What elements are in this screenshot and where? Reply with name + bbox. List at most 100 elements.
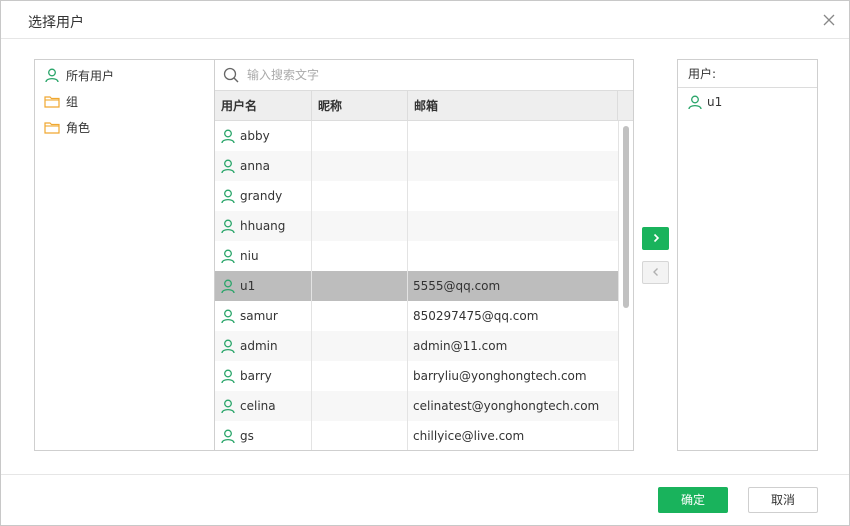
user-icon xyxy=(688,93,704,111)
dialog-title-bar: 选择用户 xyxy=(1,1,849,39)
cell-nickname xyxy=(312,241,408,271)
search-icon xyxy=(223,67,239,83)
selected-user-label: u1 xyxy=(707,95,723,109)
move-left-button[interactable] xyxy=(642,261,669,284)
cell-username: u1 xyxy=(215,271,312,301)
table-row[interactable]: barry barryliu@yonghongtech.com xyxy=(215,361,618,391)
table-row[interactable]: abby xyxy=(215,121,618,151)
close-icon[interactable] xyxy=(821,12,837,28)
user-icon xyxy=(221,157,237,175)
cell-email xyxy=(408,211,618,241)
chevron-right-icon xyxy=(651,232,661,246)
cell-email xyxy=(408,241,618,271)
table-row[interactable]: u1 5555@qq.com xyxy=(215,271,618,301)
cell-nickname xyxy=(312,421,408,450)
username-text: grandy xyxy=(240,189,283,203)
table-row[interactable]: grandy xyxy=(215,181,618,211)
tree-item-groups[interactable]: 组 xyxy=(44,92,78,110)
search-input[interactable] xyxy=(247,65,617,85)
cell-username: abby xyxy=(215,121,312,151)
tree-item-label: 角色 xyxy=(66,120,91,135)
selected-header: 用户: xyxy=(678,60,817,88)
user-icon xyxy=(221,217,237,235)
cell-nickname xyxy=(312,211,408,241)
tree-item-all-users[interactable]: 所有用户 xyxy=(44,66,114,84)
tree-item-label: 组 xyxy=(66,94,79,109)
cell-email: 850297475@qq.com xyxy=(413,309,539,323)
table-row[interactable]: gs chillyice@live.com xyxy=(215,421,618,450)
cell-email: 5555@qq.com xyxy=(413,279,501,293)
tree-item-label: 所有用户 xyxy=(66,68,115,83)
cell-nickname xyxy=(312,181,408,211)
column-header-username[interactable]: 用户名 xyxy=(215,91,312,121)
column-header-nickname[interactable]: 昵称 xyxy=(312,91,408,121)
dialog-title: 选择用户 xyxy=(28,15,84,31)
cell-nickname xyxy=(312,121,408,151)
cell-nickname xyxy=(312,271,408,301)
cell-username: admin xyxy=(215,331,312,361)
user-list-panel: 用户名 昵称 邮箱 abby anna grandy hhuang niu u1 5555@… xyxy=(214,59,634,451)
cell-username: niu xyxy=(215,241,312,271)
username-text: niu xyxy=(240,249,259,263)
category-tree: 所有用户 组 角色 xyxy=(34,59,215,451)
username-text: samur xyxy=(240,309,278,323)
cell-username: gs xyxy=(215,421,312,450)
table-row[interactable]: celina celinatest@yonghongtech.com xyxy=(215,391,618,421)
cell-email xyxy=(408,181,618,211)
select-user-dialog: 选择用户 所有用户 组 角色 输入搜索文字 用户名 昵称 邮箱 abby ann… xyxy=(0,0,850,526)
cell-nickname xyxy=(312,301,408,331)
ok-button[interactable]: 确定 xyxy=(658,487,728,513)
vertical-scrollbar[interactable] xyxy=(618,121,633,450)
folder-icon xyxy=(44,119,60,135)
cell-email xyxy=(408,121,618,151)
cell-email: barryliu@yonghongtech.com xyxy=(413,369,587,383)
column-header-spacer xyxy=(618,91,633,121)
user-icon xyxy=(221,367,237,385)
selected-users-panel: 用户: u1 xyxy=(677,59,818,451)
cell-nickname xyxy=(312,151,408,181)
username-text: admin xyxy=(240,339,278,353)
cell-username: celina xyxy=(215,391,312,421)
user-icon xyxy=(221,187,237,205)
username-text: barry xyxy=(240,369,272,383)
username-text: abby xyxy=(240,129,270,143)
table-row[interactable]: anna xyxy=(215,151,618,181)
table-header: 用户名 昵称 邮箱 xyxy=(215,91,633,121)
cell-email: chillyice@live.com xyxy=(413,429,525,443)
username-text: hhuang xyxy=(240,219,286,233)
cell-username: anna xyxy=(215,151,312,181)
move-right-button[interactable] xyxy=(642,227,669,250)
chevron-left-icon xyxy=(651,266,661,280)
user-icon xyxy=(44,67,60,83)
cell-username: barry xyxy=(215,361,312,391)
column-header-email[interactable]: 邮箱 xyxy=(408,91,618,121)
username-text: celina xyxy=(240,399,276,413)
cell-email: celinatest@yonghongtech.com xyxy=(413,399,600,413)
selected-user-item[interactable]: u1 xyxy=(688,93,722,111)
folder-icon xyxy=(44,93,60,109)
user-icon xyxy=(221,427,237,445)
cell-nickname xyxy=(312,331,408,361)
username-text: gs xyxy=(240,429,254,443)
table-row[interactable]: niu xyxy=(215,241,618,271)
scrollbar-thumb[interactable] xyxy=(623,126,629,308)
cell-nickname xyxy=(312,391,408,421)
table-body: abby anna grandy hhuang niu u1 5555@qq.com samu… xyxy=(215,121,618,450)
table-row[interactable]: samur 850297475@qq.com xyxy=(215,301,618,331)
cell-email xyxy=(408,151,618,181)
user-icon xyxy=(221,127,237,145)
cell-username: samur xyxy=(215,301,312,331)
cell-email: admin@11.com xyxy=(413,339,508,353)
cell-nickname xyxy=(312,361,408,391)
user-icon xyxy=(221,247,237,265)
table-row[interactable]: hhuang xyxy=(215,211,618,241)
user-icon xyxy=(221,397,237,415)
user-icon xyxy=(221,277,237,295)
user-icon xyxy=(221,307,237,325)
username-text: u1 xyxy=(240,279,256,293)
table-row[interactable]: admin admin@11.com xyxy=(215,331,618,361)
tree-item-roles[interactable]: 角色 xyxy=(44,118,90,136)
cancel-button[interactable]: 取消 xyxy=(748,487,818,513)
user-icon xyxy=(221,337,237,355)
username-text: anna xyxy=(240,159,270,173)
